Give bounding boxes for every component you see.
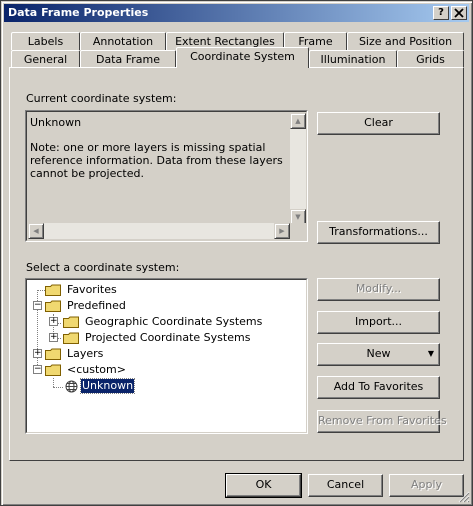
collapse-icon[interactable]: − xyxy=(33,301,42,310)
folder-icon xyxy=(63,316,79,328)
globe-icon xyxy=(65,380,78,393)
remove-from-favorites-button[interactable]: Remove From Favorites xyxy=(317,410,447,433)
vertical-scrollbar[interactable]: ▲ ▼ xyxy=(290,113,306,225)
current-cs-note-line3: cannot be projected. xyxy=(30,167,144,180)
dropdown-arrow-icon: ▼ xyxy=(427,349,434,358)
apply-button[interactable]: Apply xyxy=(389,474,464,497)
help-button[interactable]: ? xyxy=(433,6,449,20)
folder-icon xyxy=(63,332,79,344)
tab-illumination[interactable]: Illumination xyxy=(309,50,397,68)
dialog-window: Data Frame Properties ? Labels Annotatio… xyxy=(0,0,473,506)
transformations-button[interactable]: Transformations... xyxy=(317,221,440,244)
folder-open-icon xyxy=(45,364,61,376)
close-button[interactable] xyxy=(451,6,467,20)
current-cs-text: Unknown Note: one or more layers is miss… xyxy=(30,116,283,180)
clear-button[interactable]: Clear xyxy=(317,112,440,135)
tab-size-and-position[interactable]: Size and Position xyxy=(347,32,464,50)
tree-item-label: Layers xyxy=(67,347,104,360)
coordinate-system-panel: Current coordinate system: Unknown Note:… xyxy=(9,67,464,461)
window-title: Data Frame Properties xyxy=(8,6,149,19)
folder-icon xyxy=(45,284,61,296)
scroll-up-button[interactable]: ▲ xyxy=(290,113,306,129)
expand-icon[interactable]: + xyxy=(49,333,58,342)
expand-icon[interactable]: + xyxy=(33,349,42,358)
tree-item-label: Predefined xyxy=(67,299,126,312)
tab-coordinate-system[interactable]: Coordinate System xyxy=(176,47,309,68)
tree-item-label: <custom> xyxy=(67,363,126,376)
expand-icon[interactable]: + xyxy=(49,317,58,326)
tab-general[interactable]: General xyxy=(11,50,80,68)
tree-item-label: Unknown xyxy=(79,378,136,394)
cancel-button[interactable]: Cancel xyxy=(308,474,383,497)
current-cs-label: Current coordinate system: xyxy=(26,92,177,105)
horizontal-scrollbar[interactable]: ◀ ▶ xyxy=(28,223,290,239)
resize-grip-icon[interactable] xyxy=(458,491,470,503)
tab-data-frame[interactable]: Data Frame xyxy=(80,50,176,68)
tab-labels[interactable]: Labels xyxy=(11,32,80,50)
current-cs-note-line1: Note: one or more layers is missing spat… xyxy=(30,141,266,154)
select-cs-label: Select a coordinate system: xyxy=(26,261,180,274)
import-button[interactable]: Import... xyxy=(317,311,440,334)
cs-tree[interactable]: Favorites − Predefined + Geographic Coor… xyxy=(25,278,308,434)
tree-item-label: Geographic Coordinate Systems xyxy=(85,315,263,328)
add-to-favorites-button[interactable]: Add To Favorites xyxy=(317,376,440,399)
current-cs-note-line2: reference information. Data from these l… xyxy=(30,154,283,167)
current-cs-name: Unknown xyxy=(30,116,82,129)
tree-item-label: Projected Coordinate Systems xyxy=(85,331,251,344)
title-bar[interactable]: Data Frame Properties ? xyxy=(4,4,469,22)
tree-item-label: Favorites xyxy=(67,283,117,296)
folder-icon xyxy=(45,348,61,360)
modify-button[interactable]: Modify... xyxy=(317,278,440,301)
tab-annotation[interactable]: Annotation xyxy=(80,32,166,50)
scroll-left-button[interactable]: ◀ xyxy=(28,223,44,239)
close-icon xyxy=(454,8,464,18)
folder-open-icon xyxy=(45,300,61,312)
tab-grids[interactable]: Grids xyxy=(397,50,464,68)
new-button-label: New xyxy=(366,347,391,360)
new-button[interactable]: New ▼ xyxy=(317,343,440,366)
scroll-right-button[interactable]: ▶ xyxy=(274,223,290,239)
collapse-icon[interactable]: − xyxy=(33,365,42,374)
ok-button[interactable]: OK xyxy=(225,473,302,498)
scrollbar-corner xyxy=(290,223,306,239)
current-cs-box: Unknown Note: one or more layers is miss… xyxy=(25,110,308,242)
